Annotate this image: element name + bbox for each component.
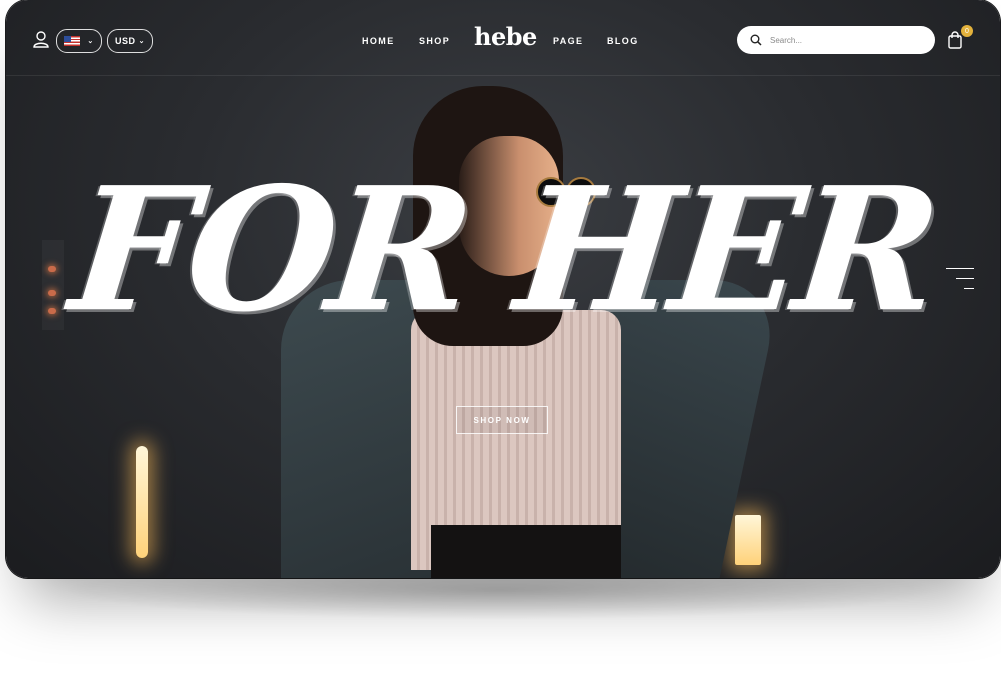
shop-now-button[interactable]: SHOP NOW	[456, 406, 548, 434]
bag-icon[interactable]	[947, 31, 963, 49]
language-selector[interactable]: ⌄	[56, 29, 102, 53]
slide-indicator-icon[interactable]	[944, 268, 974, 294]
search-input[interactable]	[768, 34, 922, 46]
search-bar	[737, 26, 935, 54]
nav-shop[interactable]: SHOP	[419, 36, 450, 46]
currency-selector[interactable]: USD ⌄	[107, 29, 153, 53]
user-icon[interactable]	[33, 31, 49, 48]
us-flag-icon	[64, 36, 81, 46]
wall-lamp-left	[136, 446, 148, 558]
browser-frame: FOR HER SHOP NOW ⌄ USD ⌄ HOME SHOP hebe …	[6, 0, 1000, 578]
nav-page[interactable]: PAGE	[553, 36, 583, 46]
chevron-down-icon: ⌄	[138, 38, 145, 45]
cart-count-badge: 0	[961, 25, 973, 37]
pants	[431, 525, 621, 578]
search-icon[interactable]	[750, 34, 762, 46]
site-logo[interactable]: hebe	[474, 22, 537, 51]
site-header: ⌄ USD ⌄ HOME SHOP hebe PAGE BLOG 0	[6, 0, 1000, 76]
chevron-down-icon: ⌄	[87, 38, 94, 45]
nav-blog[interactable]: BLOG	[607, 36, 639, 46]
nav-home[interactable]: HOME	[362, 36, 395, 46]
hero-title: FOR HER	[63, 150, 943, 350]
currency-label: USD	[115, 36, 136, 46]
